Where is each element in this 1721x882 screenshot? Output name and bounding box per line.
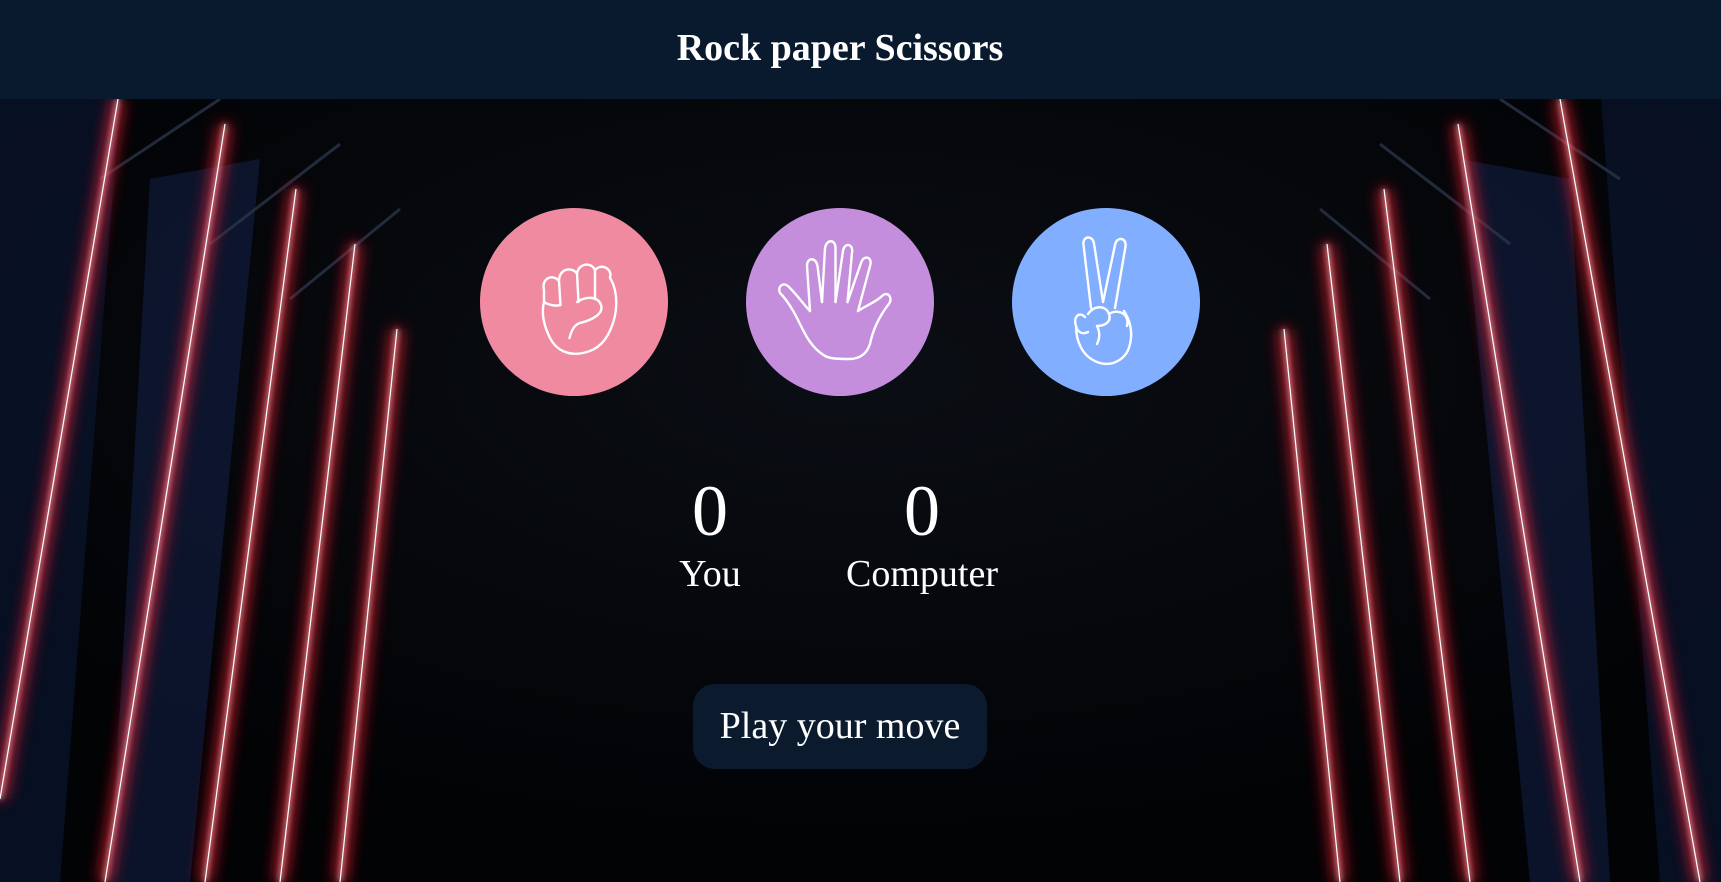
computer-score-panel: 0 Computer bbox=[822, 470, 1022, 596]
status-message: Play your move bbox=[693, 684, 987, 769]
computer-score-value: 0 bbox=[904, 471, 940, 551]
header-bar: Rock paper Scissors bbox=[0, 0, 1721, 99]
fist-icon bbox=[541, 263, 618, 355]
user-score-value: 0 bbox=[692, 471, 728, 551]
page-title: Rock paper Scissors bbox=[676, 27, 1004, 69]
rock-choice-button[interactable] bbox=[480, 208, 668, 396]
user-score-label: You bbox=[679, 553, 741, 595]
game-page: Rock paper Scissors 0 You 0 Computer Pla… bbox=[0, 0, 1721, 882]
scissors-choice-button[interactable] bbox=[1012, 208, 1200, 396]
game-area: 0 You 0 Computer Play your move bbox=[0, 0, 1721, 882]
computer-score-label: Computer bbox=[846, 553, 998, 595]
user-score-panel: 0 You bbox=[610, 470, 810, 596]
peace-sign-icon bbox=[1074, 236, 1133, 366]
open-hand-icon bbox=[778, 240, 892, 361]
paper-choice-button[interactable] bbox=[746, 208, 934, 396]
